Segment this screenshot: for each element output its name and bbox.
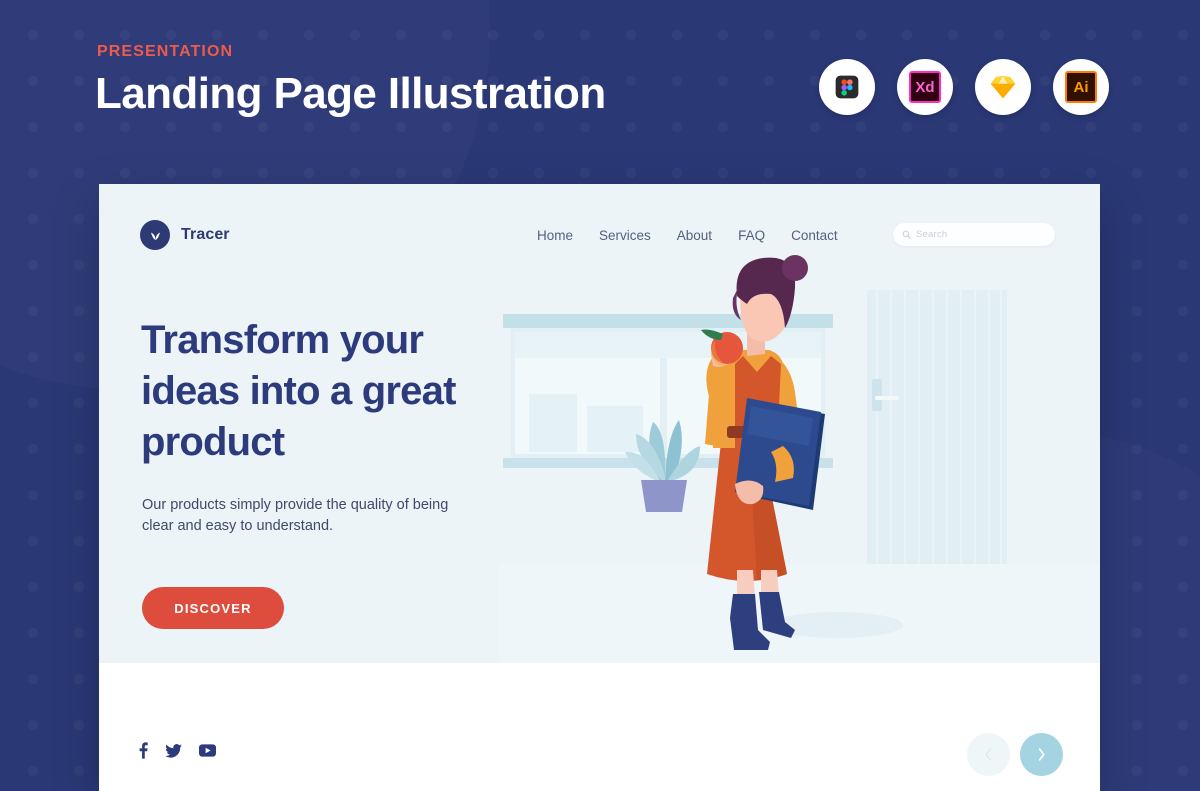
presentation-slide: PRESENTATION Landing Page Illustration X… [0,0,1200,791]
search-input[interactable]: Search [893,223,1055,246]
site-navbar: Tracer Home Services About FAQ Contact S… [99,184,1100,290]
nav-item-faq[interactable]: FAQ [738,228,765,243]
chevron-right-icon [1038,748,1045,761]
social-links [139,742,216,759]
hero-headline: Transform your ideas into a great produc… [141,318,456,465]
nav-item-services[interactable]: Services [599,228,651,243]
tracer-logo-icon [140,220,170,250]
search-placeholder: Search [916,229,948,240]
adobe-illustrator-label: Ai [1065,71,1097,103]
page-title: Landing Page Illustration [95,69,606,118]
nav-item-contact[interactable]: Contact [791,228,838,243]
discover-button[interactable]: DISCOVER [142,587,284,629]
nav-item-home[interactable]: Home [537,228,573,243]
sketch-icon [975,59,1031,115]
search-icon [902,230,911,239]
nav-item-about[interactable]: About [677,228,712,243]
figma-icon [819,59,875,115]
carousel-pagination [967,733,1063,776]
brand-logo[interactable]: Tracer [140,220,230,250]
carousel-prev-button[interactable] [967,733,1010,776]
app-icon-group: Xd Ai [819,59,1109,115]
adobe-illustrator-icon: Ai [1053,59,1109,115]
adobe-xd-label: Xd [909,71,941,103]
nav-links: Home Services About FAQ Contact [537,228,838,243]
facebook-icon[interactable] [139,742,148,759]
kicker-label: PRESENTATION [97,43,234,60]
youtube-icon[interactable] [199,744,216,757]
brand-name: Tracer [181,226,230,243]
adobe-xd-icon: Xd [897,59,953,115]
carousel-next-button[interactable] [1020,733,1063,776]
twitter-icon[interactable] [165,743,182,758]
hero-subcopy: Our products simply provide the quality … [142,497,449,535]
chevron-left-icon [985,748,992,761]
landing-page-mockup: Tracer Home Services About FAQ Contact S… [99,184,1100,791]
